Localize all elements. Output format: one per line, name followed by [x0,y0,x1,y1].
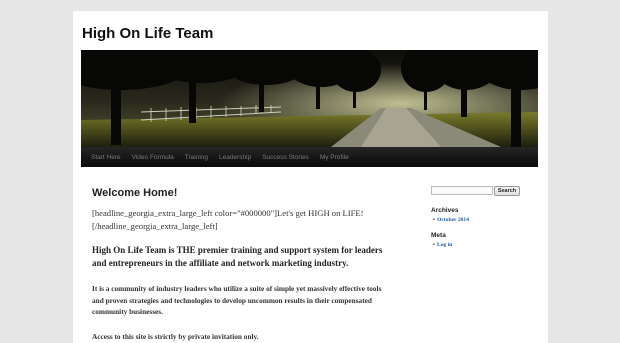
main-content: Welcome Home! [headline_georgia_extra_la… [92,187,392,341]
nav-item-leadership[interactable]: Leadership [219,154,251,161]
meta-link-log-in[interactable]: • Log in [433,242,452,248]
shortcode-paragraph: [headline_georgia_extra_large_left color… [92,208,364,231]
header-banner-image [81,50,538,147]
archives-widget-title: Archives [431,207,459,214]
bullet-icon: • [433,242,435,248]
page-title: Welcome Home! [92,187,178,199]
intro-paragraph: High On Life Team is THE premier trainin… [92,245,383,268]
site-title-link[interactable]: High On Life Team [82,25,213,42]
main-navigation: Start Here Video Formula Training Leader… [81,147,538,167]
bullet-icon: • [433,217,435,223]
access-note-paragraph: Access to this site is strictly by priva… [92,332,259,341]
meta-widget-title: Meta [431,232,446,239]
archive-link-label: October 2014 [436,217,470,223]
archive-link-october-2014[interactable]: • October 2014 [433,217,469,223]
meta-link-label: Log in [436,242,453,248]
nav-item-video-formula[interactable]: Video Formula [132,154,174,161]
nav-item-start-here[interactable]: Start Here [91,154,121,161]
search-input[interactable] [431,186,493,195]
nav-item-my-profile[interactable]: My Profile [320,154,349,161]
tree-lined-road-image [81,50,538,147]
nav-item-training[interactable]: Training [185,154,208,161]
page-container: High On Life Team Start Here Video Formu… [73,11,548,343]
search-button[interactable]: Search [494,186,520,196]
nav-item-success-stories[interactable]: Success Stories [262,154,309,161]
body-paragraph: It is a community of industry leaders wh… [92,284,382,316]
